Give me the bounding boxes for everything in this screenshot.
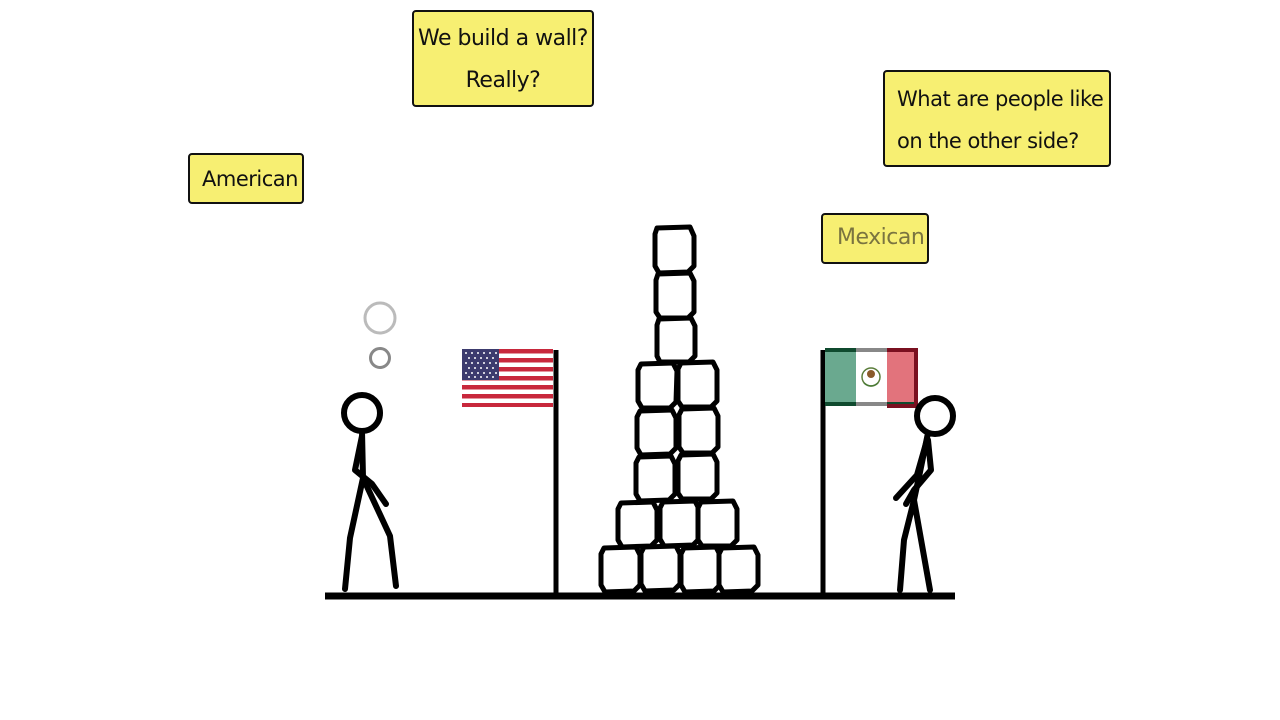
- wall-question-note: We build a wall? Really?: [412, 10, 594, 107]
- mexican-stick-figure: [893, 395, 956, 593]
- other-side-question-note: What are people like on the other side?: [883, 70, 1111, 167]
- other-side-question-line1: What are people like: [897, 87, 1104, 111]
- wall-question-line1: We build a wall?: [418, 26, 588, 51]
- other-side-question-line2: on the other side?: [897, 129, 1079, 153]
- american-label: American: [202, 167, 298, 191]
- american-stick-figure: [341, 392, 399, 592]
- wall-question-line2: Really?: [465, 68, 541, 93]
- mexican-label-note: Mexican: [821, 213, 929, 264]
- comic-canvas: We build a wall? Really? What are people…: [0, 0, 1280, 720]
- thought-bubble-small: [369, 347, 391, 369]
- thought-bubble-large: [363, 301, 397, 335]
- american-label-note: American: [188, 153, 304, 204]
- block-wall: [598, 224, 761, 595]
- mexico-flag: [825, 348, 918, 408]
- mexican-label: Mexican: [837, 225, 925, 250]
- us-flag: [462, 349, 553, 407]
